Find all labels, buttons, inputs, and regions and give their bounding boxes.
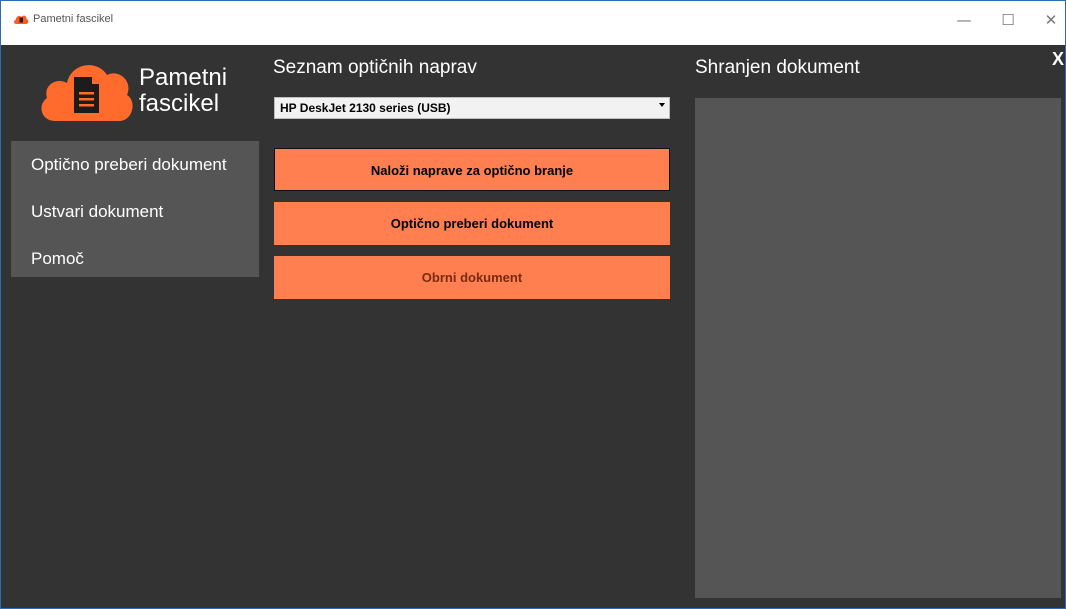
window-title: Pametni fascikel — [33, 13, 114, 25]
panel-close-button[interactable]: X — [1052, 49, 1064, 70]
sidebar-menu: Optično preberi dokument Ustvari dokumen… — [11, 141, 259, 277]
selected-device-value: HP DeskJet 2130 series (USB) — [280, 101, 451, 115]
logo-cloud-document-icon — [41, 65, 133, 121]
brand-name-line1: Pametni — [139, 64, 228, 91]
brand-name-line2: fascikel — [139, 90, 220, 117]
sidebar-item-create-document[interactable]: Ustvari dokument — [31, 202, 163, 222]
sidebar-item-scan-label[interactable]: Optično preberi dokument — [31, 155, 227, 175]
title-bar: Pametni fascikel — ☐ ✕ — [1, 1, 1065, 46]
document-preview-panel — [695, 98, 1061, 598]
rotate-document-button[interactable]: Obrni dokument — [274, 256, 670, 299]
chevron-down-icon — [659, 103, 665, 107]
sidebar-item-help[interactable]: Pomoč — [31, 249, 84, 269]
scan-document-button[interactable]: Optično preberi dokument — [274, 202, 670, 245]
load-scanners-button[interactable]: Naloži naprave za optično branje — [274, 148, 670, 191]
app-window: Pametni fascikel — ☐ ✕ Pametni fascikel … — [0, 0, 1066, 609]
main-content: Pametni fascikel Optično preberi dokumen… — [1, 45, 1065, 608]
app-cloud-icon — [14, 15, 29, 24]
scanner-device-select[interactable]: HP DeskJet 2130 series (USB) — [274, 97, 670, 119]
saved-document-title: Shranjen dokument — [695, 57, 860, 78]
window-close-button[interactable]: ✕ — [1038, 9, 1064, 31]
scanner-list-title: Seznam optičnih naprav — [273, 57, 477, 78]
maximize-button[interactable]: ☐ — [995, 9, 1021, 31]
minimize-button[interactable]: — — [951, 9, 977, 31]
